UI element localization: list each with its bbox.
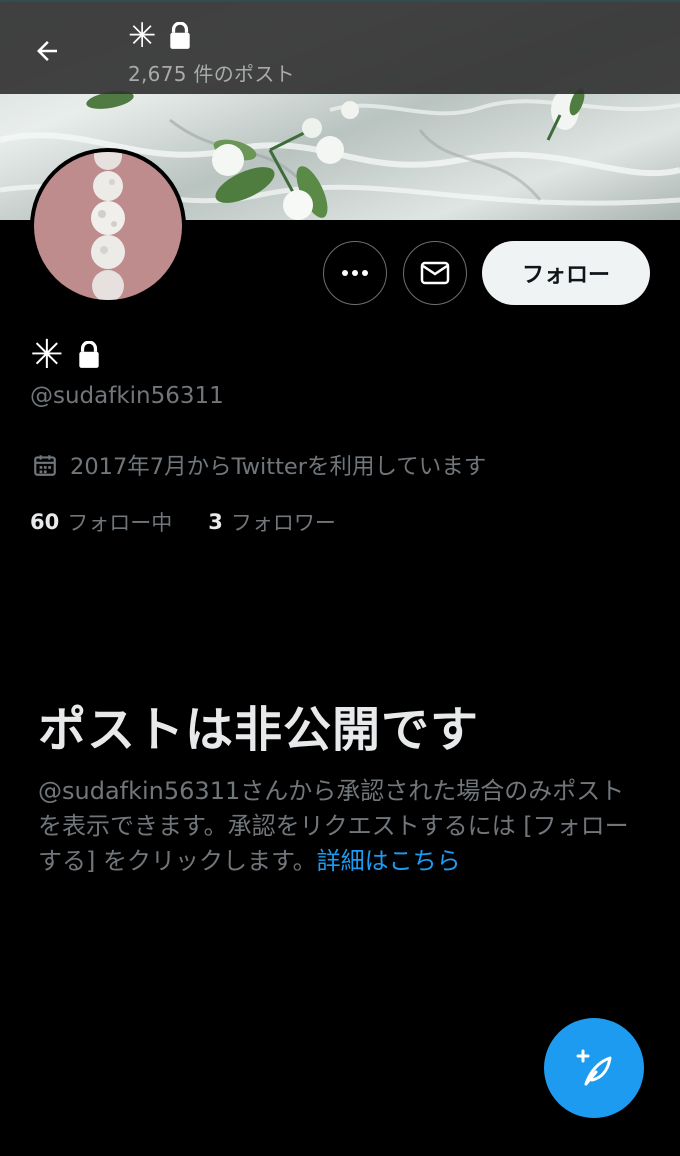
follow-button[interactable]: フォロー bbox=[482, 241, 650, 305]
back-button[interactable] bbox=[24, 28, 70, 74]
header-name-symbol: ✳ bbox=[128, 16, 157, 56]
followers-count: 3 bbox=[208, 510, 223, 534]
moon-phases-image bbox=[91, 152, 125, 300]
following-label: フォロー中 bbox=[67, 511, 173, 535]
avatar[interactable] bbox=[30, 148, 186, 304]
following-link[interactable]: 60 フォロー中 bbox=[30, 507, 172, 537]
follow-stats: 60 フォロー中 3 フォロワー bbox=[30, 507, 336, 537]
join-date-text: 2017年7月からTwitterを利用しています bbox=[70, 454, 487, 480]
mail-icon bbox=[420, 261, 450, 285]
learn-more-link[interactable]: 詳細はこちら bbox=[317, 847, 461, 875]
private-posts-title: ポストは非公開です bbox=[38, 702, 480, 758]
followers-label: フォロワー bbox=[230, 511, 336, 535]
more-options-button[interactable] bbox=[323, 241, 387, 305]
lock-icon bbox=[169, 22, 190, 49]
avatar-image bbox=[34, 152, 182, 300]
back-arrow-icon bbox=[37, 41, 57, 61]
user-handle: @sudafkin56311 bbox=[30, 383, 224, 409]
join-date: 2017年7月からTwitterを利用しています bbox=[32, 450, 486, 480]
calendar-icon bbox=[34, 455, 56, 476]
header-title: ✳ bbox=[128, 16, 193, 56]
compose-post-icon bbox=[576, 1049, 612, 1086]
display-name-row: ✳ bbox=[30, 334, 102, 376]
more-icon bbox=[342, 270, 368, 276]
followers-link[interactable]: 3 フォロワー bbox=[208, 507, 336, 537]
compose-post-button[interactable] bbox=[544, 1018, 644, 1118]
following-count: 60 bbox=[30, 510, 60, 534]
top-bar: ✳ 2,675 件のポスト bbox=[0, 0, 680, 94]
display-name-symbol: ✳ bbox=[30, 332, 64, 378]
post-count: 2,675 件のポスト bbox=[128, 62, 295, 86]
private-posts-description: @sudafkin56311さんから承認された場合のみポストを表示できます。承認… bbox=[38, 774, 648, 879]
message-button[interactable] bbox=[403, 241, 467, 305]
lock-icon bbox=[78, 341, 99, 368]
